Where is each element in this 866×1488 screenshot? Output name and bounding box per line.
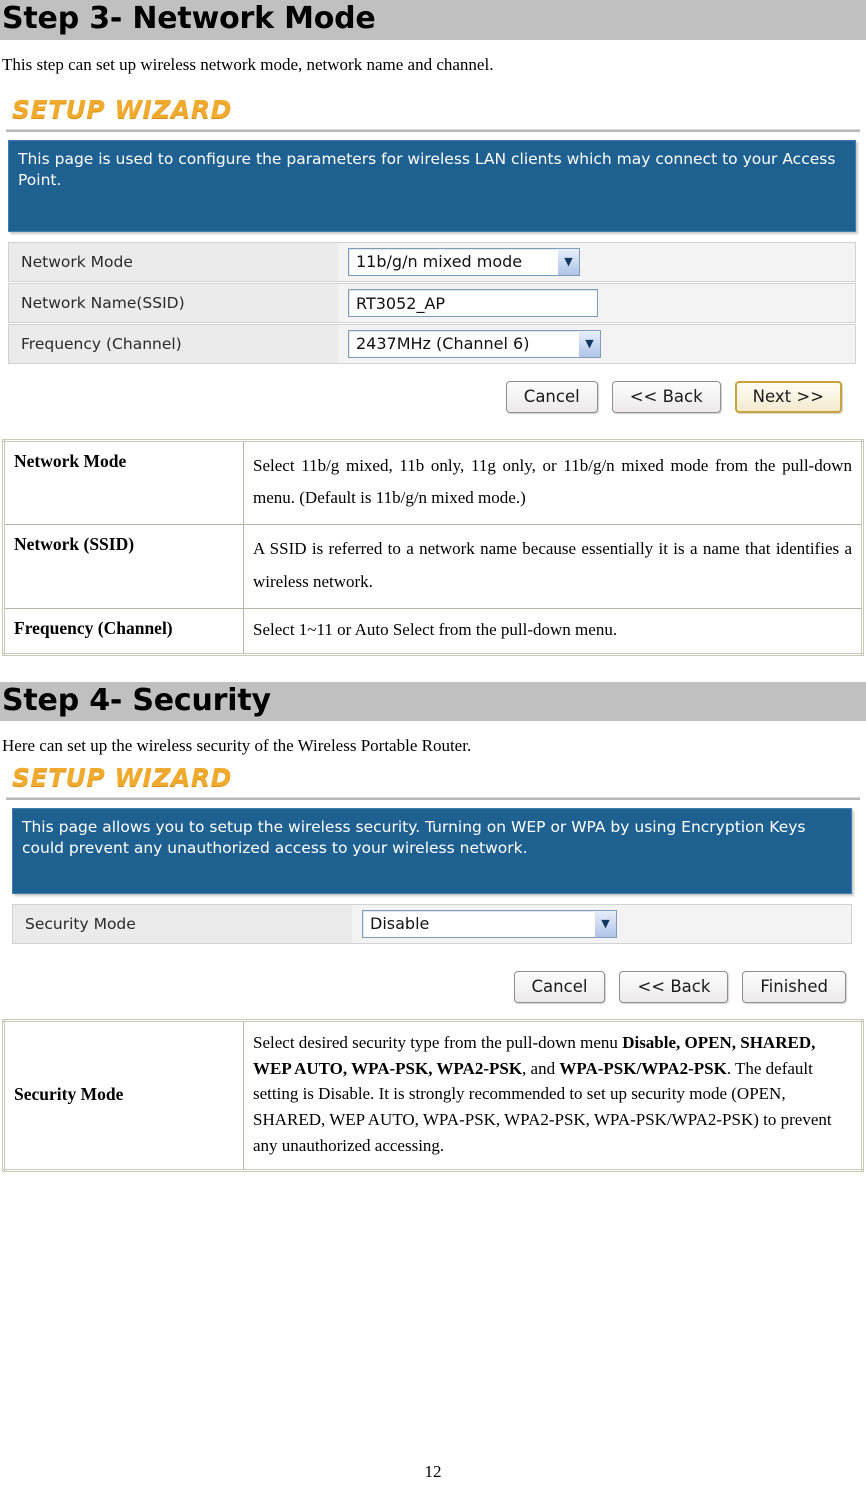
back-button[interactable]: << Back <box>619 970 729 1003</box>
finished-button[interactable]: Finished <box>742 970 846 1003</box>
table-row: Frequency (Channel) Select 1~11 or Auto … <box>3 608 863 655</box>
page-title-step3: Step 3- Network Mode <box>0 0 866 40</box>
table-row: Security Mode Select desired security ty… <box>3 1019 863 1171</box>
frequency-channel-select-value: 2437MHz (Channel 6) <box>356 334 530 354</box>
page-title-step4: Step 4- Security <box>0 681 866 722</box>
setup-wizard-screenshot-network-mode: SETUP WIZARD This page is used to config… <box>0 94 866 419</box>
form-row-frequency-channel: Frequency (Channel) 2437MHz (Channel 6) … <box>8 323 856 365</box>
desc-definition-frequency-channel: Select 1~11 or Auto Select from the pull… <box>243 608 863 655</box>
network-mode-select[interactable]: 11b/g/n mixed mode ▼ <box>348 247 580 276</box>
desc-term-security-mode: Security Mode <box>3 1019 244 1171</box>
table-row: Network (SSID) A SSID is referred to a n… <box>3 524 863 610</box>
step4-intro-text: Here can set up the wireless security of… <box>2 736 472 756</box>
network-mode-select-value: 11b/g/n mixed mode <box>356 252 523 272</box>
table-row: Network Mode Select 11b/g mixed, 11b onl… <box>3 439 863 526</box>
network-name-field: RT3052_AP <box>338 282 856 323</box>
page-number: 12 <box>424 1462 442 1481</box>
network-name-label: Network Name(SSID) <box>8 282 338 323</box>
security-mode-select-value: Disable <box>370 914 430 934</box>
back-button[interactable]: << Back <box>611 380 721 413</box>
network-mode-description-table: Network Mode Select 11b/g mixed, 11b onl… <box>2 438 864 656</box>
desc-definition-network-ssid: A SSID is referred to a network name bec… <box>243 524 863 610</box>
frequency-channel-label: Frequency (Channel) <box>8 323 338 364</box>
chevron-down-icon[interactable]: ▼ <box>594 910 616 937</box>
wizard-button-row-step3: Cancel << Back Next >> <box>0 365 866 419</box>
frequency-channel-select[interactable]: 2437MHz (Channel 6) ▼ <box>348 329 601 358</box>
frequency-channel-field: 2437MHz (Channel 6) ▼ <box>338 323 856 364</box>
form-row-network-name: Network Name(SSID) RT3052_AP <box>8 282 856 324</box>
network-mode-field: 11b/g/n mixed mode ▼ <box>338 241 856 282</box>
chevron-down-icon[interactable]: ▼ <box>578 330 600 357</box>
info-banner: This page allows you to setup the wirele… <box>12 807 852 894</box>
security-mode-label: Security Mode <box>12 903 352 944</box>
cancel-button[interactable]: Cancel <box>513 970 606 1003</box>
form-row-network-mode: Network Mode 11b/g/n mixed mode ▼ <box>8 241 856 283</box>
security-mode-select[interactable]: Disable ▼ <box>362 909 617 938</box>
info-banner: This page is used to configure the param… <box>8 139 856 232</box>
next-button[interactable]: Next >> <box>734 380 842 413</box>
form-row-security-mode: Security Mode Disable ▼ <box>12 903 852 945</box>
setup-wizard-logo: SETUP WIZARD <box>12 94 232 124</box>
security-mode-field: Disable ▼ <box>352 903 852 944</box>
security-mode-description-table: Security Mode Select desired security ty… <box>2 1018 864 1172</box>
desc-term-network-ssid: Network (SSID) <box>3 524 244 610</box>
desc-term-network-mode: Network Mode <box>3 439 244 526</box>
desc-definition-security-mode: Select desired security type from the pu… <box>243 1019 863 1171</box>
network-mode-label: Network Mode <box>8 241 338 282</box>
wizard-button-row-step4: Cancel << Back Finished <box>0 945 866 1009</box>
ssid-input[interactable]: RT3052_AP <box>348 288 598 317</box>
cancel-button[interactable]: Cancel <box>505 380 598 413</box>
desc-definition-network-mode: Select 11b/g mixed, 11b only, 11g only, … <box>243 439 863 526</box>
setup-wizard-logo: SETUP WIZARD <box>12 762 232 792</box>
setup-wizard-screenshot-security: SETUP WIZARD This page allows you to set… <box>0 762 866 1009</box>
desc-term-frequency-channel: Frequency (Channel) <box>3 608 244 655</box>
chevron-down-icon[interactable]: ▼ <box>557 248 579 275</box>
step3-intro-text: This step can set up wireless network mo… <box>2 54 494 74</box>
